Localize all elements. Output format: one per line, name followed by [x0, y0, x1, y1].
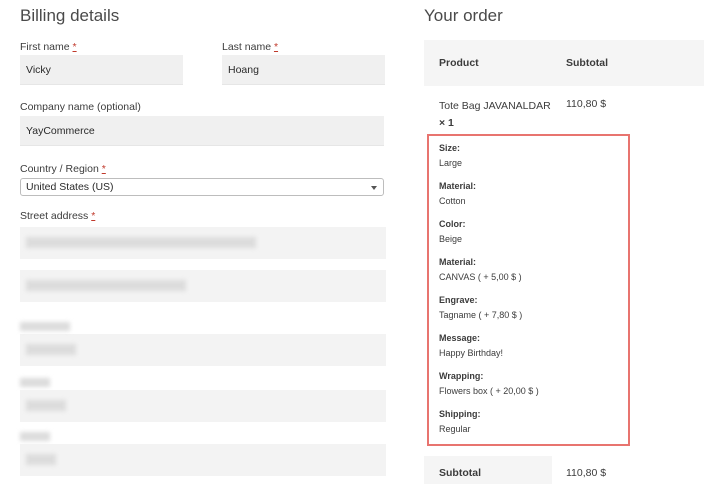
required-mark: *: [101, 163, 106, 175]
country-label: Country / Region *: [20, 163, 106, 175]
option-item: Message: Happy Birthday!: [439, 333, 504, 358]
street-label: Street address *: [20, 210, 96, 222]
option-item: Material: CANVAS ( + 5,00 $ ): [439, 257, 522, 282]
order-table-header: Product Subtotal: [424, 40, 704, 86]
first-name-label: First name *: [20, 41, 77, 53]
first-name-field[interactable]: Vicky: [20, 55, 183, 85]
zip-label-blurred: [20, 432, 50, 441]
option-item: Color: Beige: [439, 219, 466, 244]
country-select[interactable]: United States (US): [20, 178, 384, 196]
city-label-blurred: [20, 322, 70, 331]
col-subtotal: Subtotal: [566, 57, 608, 69]
street-address-2-field-blurred[interactable]: [20, 270, 386, 302]
option-item: Shipping: Regular: [439, 409, 481, 434]
required-mark: *: [72, 41, 77, 53]
country-select-value: United States (US): [26, 181, 114, 193]
zip-field-blurred[interactable]: [20, 444, 386, 476]
option-item: Engrave: Tagname ( + 7,80 $ ): [439, 295, 523, 320]
product-name: Tote Bag JAVANALDAR × 1: [439, 100, 551, 129]
required-mark: *: [273, 41, 279, 53]
product-subtotal: 110,80 $: [566, 98, 607, 110]
street-address-field-blurred[interactable]: [20, 227, 386, 259]
option-item: Wrapping: Flowers box ( + 20,00 $ ): [439, 371, 539, 396]
billing-title: Billing details: [20, 6, 120, 25]
subtotal-row: Subtotal 110,80 $: [424, 456, 704, 484]
state-field-blurred[interactable]: [20, 390, 386, 422]
last-name-field[interactable]: Hoang: [222, 55, 385, 85]
chevron-down-icon: [371, 186, 377, 190]
subtotal-value: 110,80 $: [566, 467, 607, 479]
last-name-label: Last name *: [222, 41, 279, 53]
company-label: Company name (optional): [20, 101, 141, 113]
state-label-blurred: [20, 378, 50, 387]
required-mark: *: [91, 210, 96, 222]
product-options-highlight: Size: Large Material: Cotton Color: Beige M…: [427, 134, 630, 446]
subtotal-label: Subtotal: [424, 456, 552, 484]
order-title: Your order: [424, 6, 503, 25]
city-field-blurred[interactable]: [20, 334, 386, 366]
col-product: Product: [439, 57, 479, 69]
option-item: Material: Cotton: [439, 181, 477, 206]
product-qty: × 1: [439, 117, 454, 129]
company-field[interactable]: YayCommerce: [20, 116, 384, 146]
option-item: Size: Large: [439, 143, 463, 168]
